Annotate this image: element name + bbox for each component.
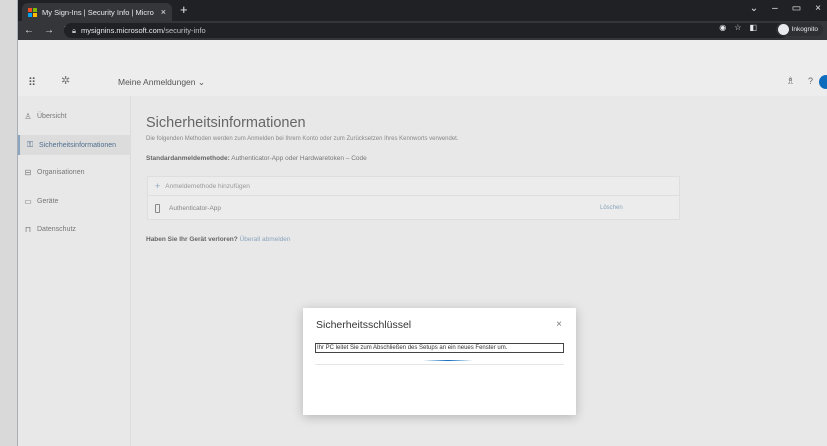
account-avatar[interactable]: [819, 75, 827, 89]
tab-close-icon[interactable]: ×: [161, 7, 166, 17]
phone-icon: [155, 203, 160, 213]
lost-device: Haben Sie Ihr Gerät verloren? Überall ab…: [146, 236, 291, 243]
progress-indicator: [423, 360, 473, 361]
url-domain: mysignins.microsoft.com: [81, 26, 164, 35]
delete-method-link[interactable]: Löschen: [600, 205, 623, 211]
default-method: Standardanmeldemethode: Authenticator-Ap…: [146, 155, 367, 162]
tab-bar: My Sign-Ins | Security Info | Micro × + …: [18, 0, 827, 21]
left-nav: ♙ Übersicht ⚿ Sicherheitsinformationen ⊟…: [18, 96, 131, 446]
incognito-eye-icon[interactable]: ◉: [719, 23, 726, 32]
default-method-value: Authenticator-App oder Hardwaretoken – C…: [231, 155, 367, 162]
nav-item-label: Datenschutz: [37, 225, 76, 233]
briefcase-icon: ⊟: [24, 167, 32, 177]
forward-arrow-icon[interactable]: →: [44, 25, 54, 36]
security-key-dialog: Sicherheitsschlüssel × Ihr PC leitet Sie…: [303, 308, 576, 415]
url-text[interactable]: mysignins.microsoft.com/security-info: [81, 26, 206, 35]
microsoft-logo-icon: [28, 7, 37, 17]
app-title[interactable]: Meine Anmeldungen ⌄: [118, 77, 205, 88]
tab-search-icon[interactable]: ⌄: [750, 3, 758, 14]
help-icon[interactable]: ?: [808, 76, 813, 86]
nav-item-label: Organisationen: [37, 168, 85, 176]
organization-switch-icon[interactable]: ♗: [786, 76, 795, 87]
lost-device-question: Haben Sie Ihr Gerät verloren?: [146, 236, 238, 243]
page-description: Die folgenden Methoden werden zum Anmeld…: [146, 136, 459, 142]
laptop-icon: ▭: [24, 196, 32, 206]
organization-logo-icon: ✲: [61, 75, 71, 87]
app-header: ⠿ ✲ Meine Anmeldungen ⌄ ♗ ?: [18, 40, 827, 96]
lock-icon: ⊓: [24, 224, 32, 234]
nav-item-label: Geräte: [37, 197, 59, 205]
browser-tab[interactable]: My Sign-Ins | Security Info | Micro ×: [22, 3, 172, 21]
left-window-strip: [0, 0, 18, 446]
profile-button[interactable]: Inkognito: [775, 23, 823, 36]
sidepanel-icon[interactable]: ◧: [749, 23, 757, 32]
person-icon: ♙: [24, 111, 32, 121]
methods-list: + Anmeldemethode hinzufügen Authenticato…: [147, 176, 680, 220]
plus-icon: +: [155, 181, 161, 191]
nav-item-organizations[interactable]: ⊟ Organisationen: [18, 162, 131, 182]
dialog-divider: [315, 364, 564, 365]
window-controls: ⌄ – ▭ ×: [750, 3, 821, 14]
toolbar-actions: ◉ ☆ ◧: [719, 23, 757, 32]
app-title-text: Meine Anmeldungen: [118, 77, 196, 87]
profile-label: Inkognito: [791, 26, 818, 33]
chevron-down-icon: ⌄: [197, 77, 206, 87]
nav-item-privacy[interactable]: ⊓ Datenschutz: [18, 219, 131, 239]
incognito-avatar-icon: [777, 24, 789, 35]
dialog-message: Ihr PC leitet Sie zum Abschließen des Se…: [315, 343, 564, 353]
method-row: Authenticator-App Löschen: [148, 196, 679, 220]
back-arrow-icon[interactable]: ←: [24, 25, 34, 36]
app-launcher-icon[interactable]: ⠿: [28, 76, 36, 89]
method-name: Authenticator-App: [169, 204, 222, 212]
lock-icon: 🔒︎: [72, 25, 76, 35]
key-icon: ⚿: [26, 140, 34, 149]
close-window-button[interactable]: ×: [815, 3, 821, 14]
nav-item-devices[interactable]: ▭ Geräte: [18, 191, 131, 211]
dialog-title: Sicherheitsschlüssel: [316, 319, 412, 331]
toolbar: ← → ↻ 🔒︎ mysignins.microsoft.com/securit…: [18, 21, 827, 40]
page-title: Sicherheitsinformationen: [146, 115, 306, 131]
close-icon[interactable]: ×: [556, 319, 562, 330]
sign-out-everywhere-link[interactable]: Überall abmelden: [240, 236, 291, 243]
tab-title: My Sign-Ins | Security Info | Micro: [42, 7, 154, 17]
new-tab-button[interactable]: +: [180, 2, 188, 17]
page-content: ♙ Übersicht ⚿ Sicherheitsinformationen ⊟…: [18, 96, 827, 446]
maximize-button[interactable]: ▭: [792, 3, 801, 14]
minimize-button[interactable]: –: [772, 3, 778, 14]
add-method-label: Anmeldemethode hinzufügen: [165, 182, 250, 190]
default-method-label: Standardanmeldemethode:: [146, 155, 230, 162]
nav-item-label: Sicherheitsinformationen: [39, 141, 117, 149]
address-bar[interactable]: 🔒︎ mysignins.microsoft.com/security-info: [64, 23, 788, 38]
nav-item-overview[interactable]: ♙ Übersicht: [18, 106, 131, 126]
url-path: /security-info: [163, 26, 206, 35]
add-method-button[interactable]: + Anmeldemethode hinzufügen: [148, 177, 679, 196]
nav-item-label: Übersicht: [37, 112, 67, 120]
browser-window: My Sign-Ins | Security Info | Micro × + …: [18, 0, 827, 446]
screen: My Sign-Ins | Security Info | Micro × + …: [0, 0, 827, 446]
bookmark-star-icon[interactable]: ☆: [734, 23, 741, 32]
nav-item-security-info[interactable]: ⚿ Sicherheitsinformationen: [18, 135, 131, 155]
